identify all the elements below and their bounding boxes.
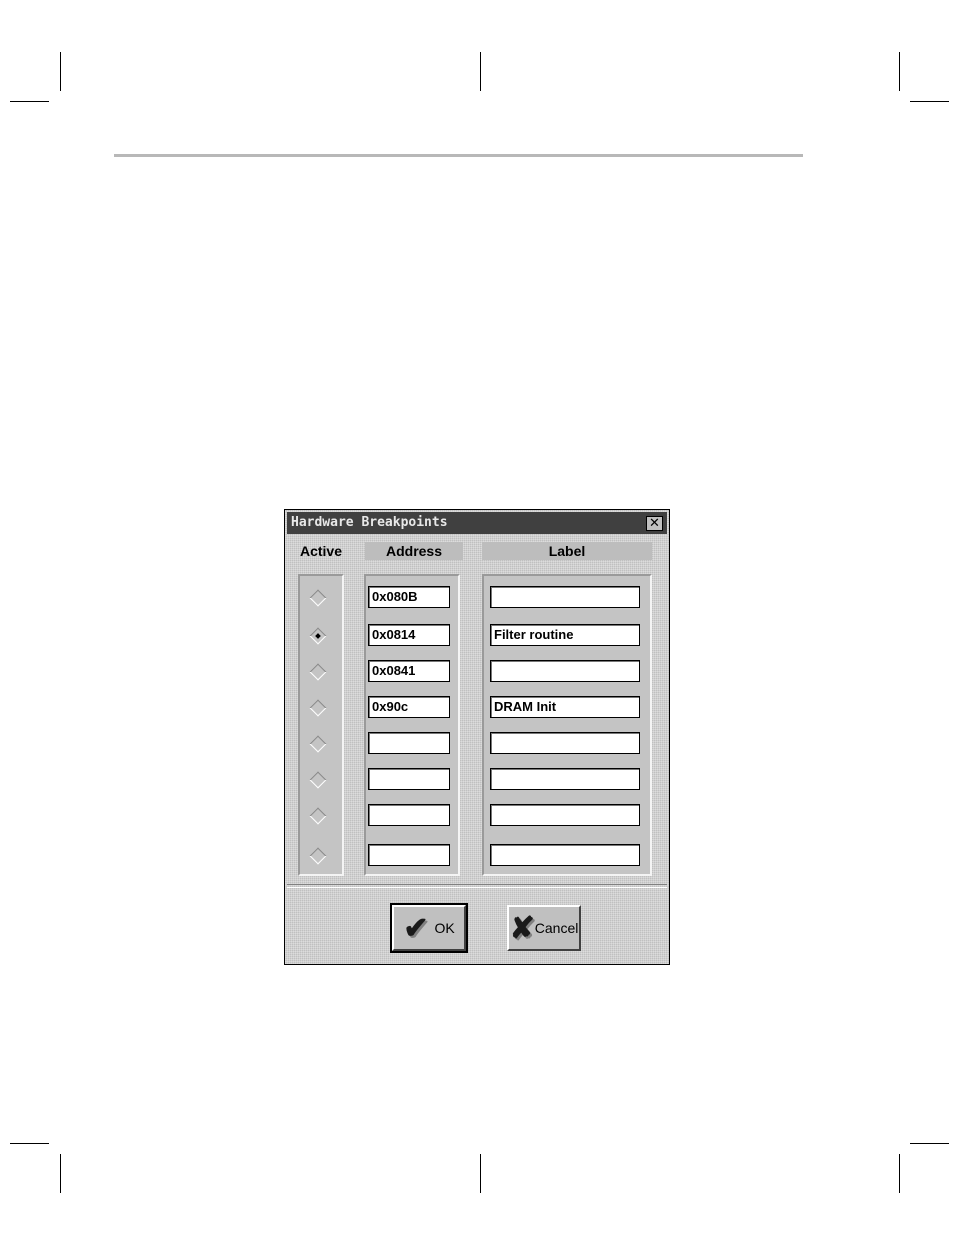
crop-mark [480, 52, 481, 91]
address-input[interactable]: 0x080B [368, 586, 450, 608]
crop-mark [480, 1154, 481, 1193]
crop-mark [10, 101, 49, 102]
separator [287, 884, 667, 888]
address-input[interactable]: 0x90c [368, 696, 450, 718]
title-bar: Hardware Breakpoints ✕ [287, 512, 667, 534]
cancel-button[interactable]: ✘ Cancel [507, 905, 581, 951]
active-radio[interactable] [309, 627, 327, 645]
active-radio[interactable] [309, 771, 327, 789]
crop-mark [60, 1154, 61, 1193]
label-input[interactable] [490, 804, 640, 826]
crop-mark [910, 101, 949, 102]
label-input[interactable]: Filter routine [490, 624, 640, 646]
address-input[interactable] [368, 804, 450, 826]
x-icon: ✘ [509, 911, 535, 945]
close-icon[interactable]: ✕ [646, 516, 663, 531]
label-column-panel: Filter routine DRAM Init [482, 574, 652, 876]
address-input[interactable] [368, 732, 450, 754]
dialog-title: Hardware Breakpoints [291, 515, 448, 530]
address-column-panel: 0x080B 0x0814 0x0841 0x90c [364, 574, 460, 876]
label-input[interactable] [490, 732, 640, 754]
active-radio[interactable] [309, 807, 327, 825]
label-input[interactable]: DRAM Init [490, 696, 640, 718]
active-radio[interactable] [309, 663, 327, 681]
address-input[interactable] [368, 844, 450, 866]
header-rule [114, 154, 803, 157]
ok-label: OK [434, 920, 455, 936]
active-radio[interactable] [309, 735, 327, 753]
address-input[interactable]: 0x0814 [368, 624, 450, 646]
column-header-address: Address [365, 542, 463, 560]
active-radio[interactable] [309, 847, 327, 865]
crop-mark [910, 1143, 949, 1144]
hardware-breakpoints-dialog: Hardware Breakpoints ✕ Active Address La… [284, 509, 670, 965]
address-input[interactable] [368, 768, 450, 790]
column-header-active: Active [299, 543, 343, 559]
label-input[interactable] [490, 586, 640, 608]
label-input[interactable] [490, 844, 640, 866]
active-radio[interactable] [309, 699, 327, 717]
ok-button[interactable]: ✔ OK [390, 903, 468, 953]
crop-mark [60, 52, 61, 91]
column-header-label: Label [482, 542, 652, 560]
crop-mark [899, 52, 900, 91]
checkmark-icon: ✔ [403, 911, 429, 945]
label-input[interactable] [490, 660, 640, 682]
active-radio[interactable] [309, 589, 327, 607]
address-input[interactable]: 0x0841 [368, 660, 450, 682]
crop-mark [10, 1143, 49, 1144]
active-column-panel [298, 574, 344, 876]
label-input[interactable] [490, 768, 640, 790]
cancel-label: Cancel [534, 920, 579, 936]
crop-mark [899, 1154, 900, 1193]
